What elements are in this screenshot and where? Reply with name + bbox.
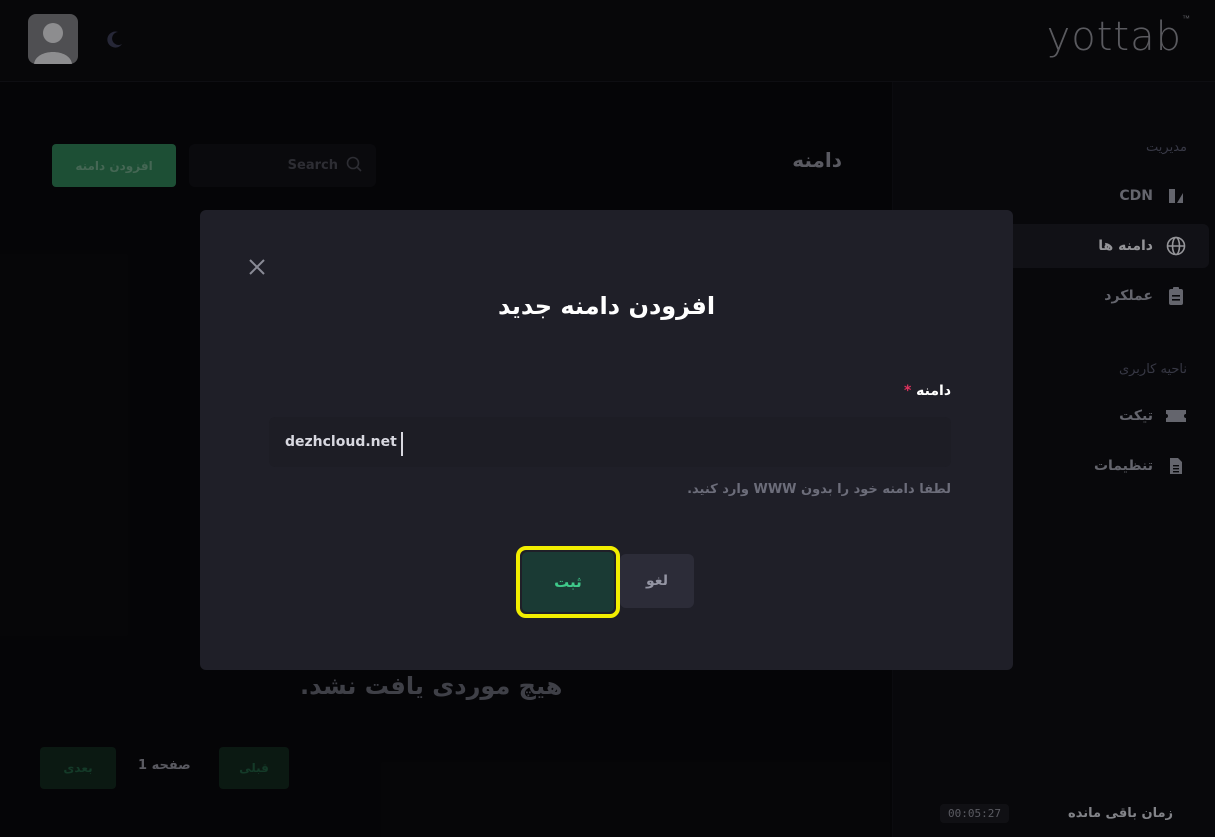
- close-icon[interactable]: [246, 256, 268, 278]
- text-cursor: [401, 432, 403, 456]
- submit-button[interactable]: ثبت: [522, 552, 614, 612]
- add-domain-modal: افزودن دامنه جدید دامنه * لطفا دامنه خود…: [200, 210, 1013, 670]
- field-label-text: دامنه: [916, 383, 951, 399]
- required-mark: *: [903, 383, 912, 399]
- cancel-button[interactable]: لغو: [620, 554, 694, 608]
- domain-field-label: دامنه *: [900, 383, 951, 399]
- submit-highlight: ثبت: [516, 546, 620, 618]
- domain-input[interactable]: [269, 417, 951, 467]
- domain-help-text: لطفا دامنه خود را بدون WWW وارد کنید.: [687, 482, 951, 497]
- modal-title: افزودن دامنه جدید: [497, 292, 716, 320]
